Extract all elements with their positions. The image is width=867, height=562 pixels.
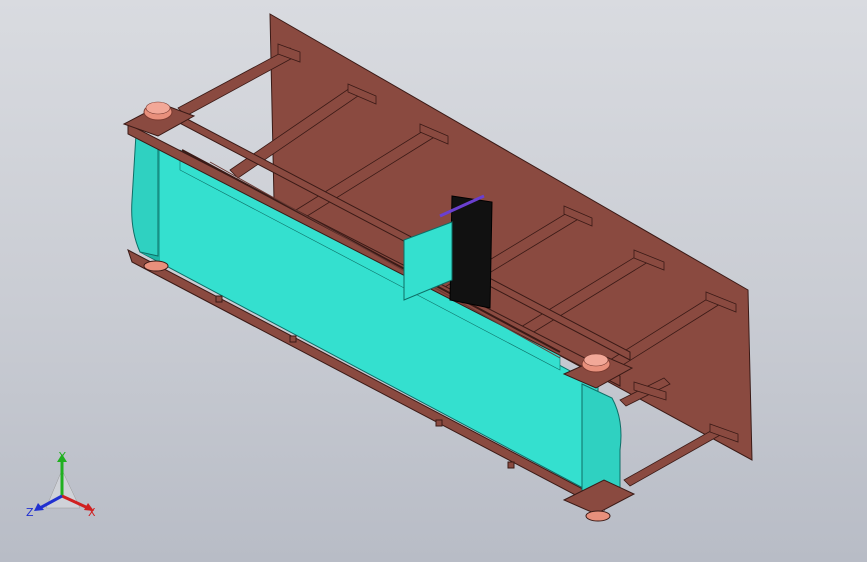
orientation-triad[interactable]: Y X Z	[24, 450, 104, 520]
cad-viewport[interactable]: Y X Z	[0, 0, 867, 562]
z-axis-label: Z	[26, 506, 34, 519]
conveyor-model[interactable]	[0, 0, 867, 562]
drive-block[interactable]	[449, 195, 493, 309]
x-axis-label: X	[88, 506, 96, 519]
y-axis-label: Y	[58, 450, 66, 463]
roller-end-left[interactable]	[131, 133, 159, 257]
